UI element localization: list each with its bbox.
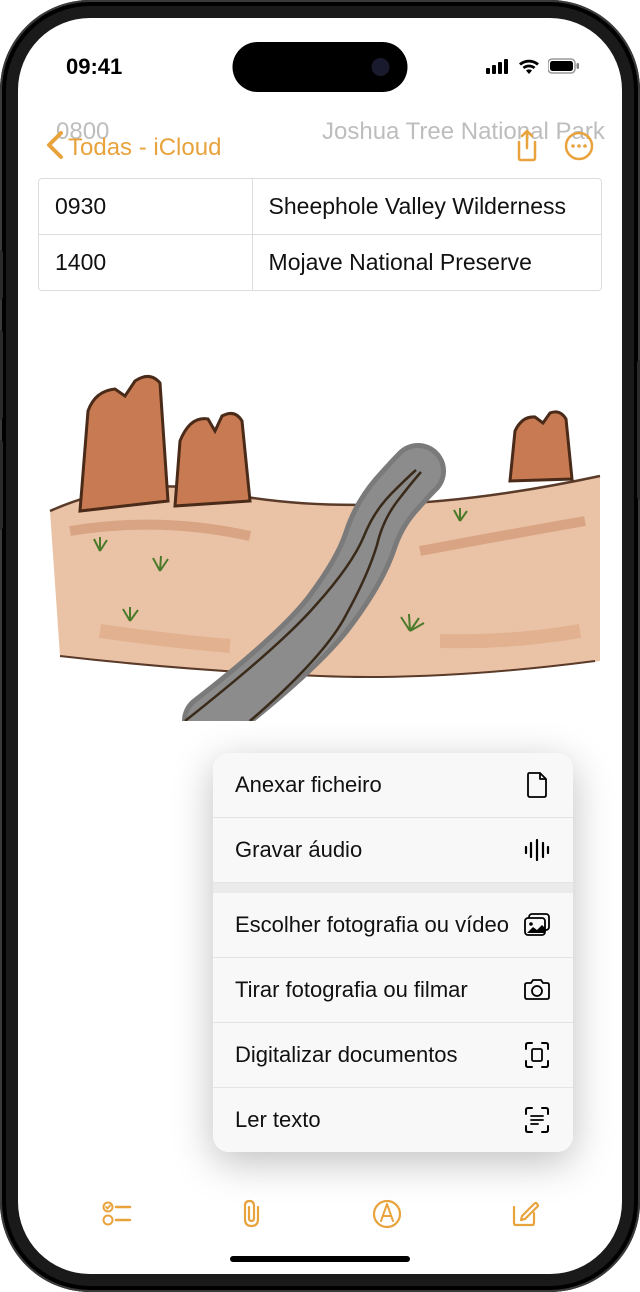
waveform-icon [523,836,551,864]
sketch-drawing[interactable] [38,321,602,721]
menu-item-label: Digitalizar documentos [235,1041,523,1069]
menu-choose-photo[interactable]: Escolher fotografia ou vídeo [213,893,573,958]
photo-library-icon [523,911,551,939]
document-icon [523,771,551,799]
menu-item-label: Anexar ficheiro [235,771,523,799]
menu-separator [213,883,573,893]
chevron-left-icon [46,131,64,166]
wifi-icon [518,54,540,80]
attachment-menu: Anexar ficheiro Gravar áudio Escolher fo… [213,753,573,1152]
screen: 09:41 0800 Joshua Tree National Park [18,18,622,1274]
menu-attach-file[interactable]: Anexar ficheiro [213,753,573,818]
menu-take-photo[interactable]: Tirar fotografia ou filmar [213,958,573,1023]
compose-icon[interactable] [509,1199,539,1234]
back-label: Todas - iCloud [68,134,221,162]
side-button [0,250,3,300]
camera-icon [523,976,551,1004]
share-icon[interactable] [514,130,540,167]
bottom-toolbar [18,1186,622,1246]
menu-item-label: Gravar áudio [235,836,523,864]
menu-record-audio[interactable]: Gravar áudio [213,818,573,883]
scan-document-icon [523,1041,551,1069]
cellular-icon [486,54,510,80]
checklist-icon[interactable] [102,1201,132,1232]
scan-text-icon [523,1106,551,1134]
status-time: 09:41 [66,54,122,80]
menu-item-label: Escolher fotografia ou vídeo [235,911,523,939]
volume-up-button [0,330,3,420]
more-icon[interactable] [564,131,594,166]
cell-location: Sheephole Valley Wilderness [253,179,601,234]
nav-bar: Todas - iCloud [18,118,622,178]
menu-item-label: Ler texto [235,1106,523,1134]
schedule-table: 0930 Sheephole Valley Wilderness 1400 Mo… [38,178,602,291]
table-row[interactable]: 1400 Mojave National Preserve [39,235,601,290]
dynamic-island [233,42,408,92]
table-row[interactable]: 0930 Sheephole Valley Wilderness [39,179,601,235]
markup-icon[interactable] [372,1199,402,1234]
attachment-icon[interactable] [239,1199,265,1234]
cell-time: 0930 [39,179,253,234]
phone-frame: 09:41 0800 Joshua Tree National Park [0,0,640,1292]
cell-time: 1400 [39,235,253,290]
home-indicator[interactable] [230,1256,410,1262]
menu-scan-documents[interactable]: Digitalizar documentos [213,1023,573,1088]
back-button[interactable]: Todas - iCloud [46,131,221,166]
menu-read-text[interactable]: Ler texto [213,1088,573,1152]
menu-item-label: Tirar fotografia ou filmar [235,976,523,1004]
volume-down-button [0,440,3,530]
battery-icon [548,54,580,80]
cell-location: Mojave National Preserve [253,235,601,290]
